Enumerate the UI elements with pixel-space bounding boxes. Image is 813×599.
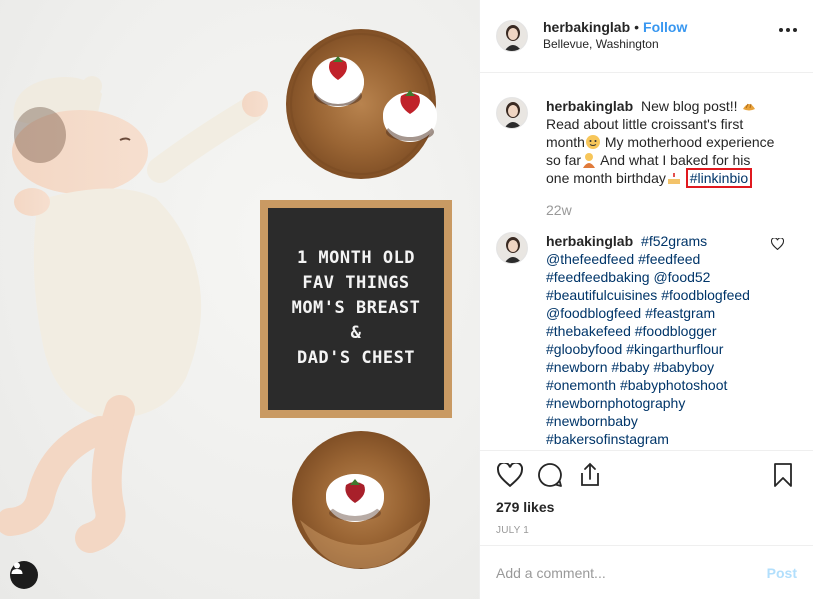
post-comment-button[interactable]: Post — [767, 565, 797, 581]
hashtag-link[interactable]: #baby — [611, 359, 649, 375]
board-line: MOM'S BREAST — [291, 298, 421, 318]
baby-emoji-icon — [585, 134, 601, 150]
hashtag-link[interactable]: #gloobyfood — [546, 341, 622, 357]
cake-emoji-icon — [666, 170, 682, 186]
add-comment-bar: Post — [480, 545, 813, 599]
bookmark-icon[interactable] — [769, 461, 797, 489]
user-tag-icon — [11, 562, 23, 574]
location-link[interactable]: Bellevue, Washington — [543, 36, 687, 53]
croissant-emoji-icon — [741, 98, 757, 114]
mother-emoji-icon — [581, 152, 597, 168]
comments-list[interactable]: herbakinglab New blog post!! Read about … — [480, 73, 813, 450]
hashtag-link[interactable]: #foodblogfeed — [661, 287, 750, 303]
board-line: 1 MONTH OLD — [296, 248, 416, 268]
hashtag-link[interactable]: #thebakefeed — [546, 323, 631, 339]
avatar[interactable] — [496, 20, 528, 52]
more-icon[interactable] — [779, 28, 797, 32]
post-actions: 279 likes JULY 1 — [480, 450, 813, 536]
share-icon[interactable] — [576, 461, 604, 489]
avatar[interactable] — [496, 97, 528, 129]
hashtag-link[interactable]: #newbornphotography — [546, 395, 685, 411]
follow-button[interactable]: Follow — [643, 19, 687, 35]
hashtag-link[interactable]: #kingarthurflour — [626, 341, 723, 357]
heart-icon[interactable] — [496, 461, 524, 489]
hashtag-link[interactable]: #feastgram — [645, 305, 715, 321]
hashtag-link[interactable]: #beautifulcuisines — [546, 287, 657, 303]
comment-like-heart-icon[interactable] — [770, 237, 785, 253]
caption-text: New blog post!! — [641, 98, 738, 114]
hashtag-link[interactable]: #feedfeed — [638, 251, 700, 267]
separator-dot: • — [634, 19, 640, 35]
mention-link[interactable]: @thefeedfeed — [546, 251, 634, 267]
caption-username[interactable]: herbakinglab — [546, 98, 633, 114]
user-tag-button[interactable] — [10, 561, 38, 589]
header-username[interactable]: herbakinglab — [543, 19, 630, 35]
post-photo[interactable]: 1 MONTH OLD FAV THINGS MOM'S BREAST & DA… — [0, 0, 479, 599]
mention-link[interactable]: @foodblogfeed — [546, 305, 641, 321]
comment: herbakinglab #f52grams @thefeedfeed #fee… — [496, 232, 797, 448]
hashtag-link[interactable]: #foodblogger — [635, 323, 717, 339]
board-line: DAD'S CHEST — [296, 348, 416, 368]
hashtag-link[interactable]: #babyphotoshoot — [620, 377, 727, 393]
hashtag-link[interactable]: #bakersofinstagram — [546, 431, 669, 447]
board-line: & — [350, 323, 362, 343]
comment-username[interactable]: herbakinglab — [546, 233, 633, 249]
hashtag-link[interactable]: #newbornbaby — [546, 413, 638, 429]
hashtag-link[interactable]: #newborn — [546, 359, 608, 375]
caption: herbakinglab New blog post!! Read about … — [496, 97, 797, 188]
post-date[interactable]: JULY 1 — [496, 525, 797, 536]
hashtag-link[interactable]: #feedfeedbaking — [546, 269, 650, 285]
baby — [0, 76, 268, 553]
hashtag-link[interactable]: #f52grams — [641, 233, 707, 249]
post-header: herbakinglab • Follow Bellevue, Washington — [480, 0, 813, 73]
letter-board-text: 1 MONTH OLD FAV THINGS MOM'S BREAST & DA… — [268, 246, 444, 371]
likes-count[interactable]: 279 likes — [496, 499, 797, 515]
linkinbio-hashtag[interactable]: #linkinbio — [685, 168, 753, 188]
comment-icon[interactable] — [536, 461, 564, 489]
avatar[interactable] — [496, 232, 528, 264]
hashtag-link[interactable]: #babyboy — [653, 359, 714, 375]
comment-input[interactable] — [496, 564, 767, 581]
caption-time[interactable]: 22w — [546, 202, 797, 218]
mention-link[interactable]: @food52 — [653, 269, 710, 285]
post-side-panel: herbakinglab • Follow Bellevue, Washington… — [479, 0, 813, 599]
hashtag-link[interactable]: #onemonth — [546, 377, 616, 393]
board-line: FAV THINGS — [302, 273, 410, 293]
